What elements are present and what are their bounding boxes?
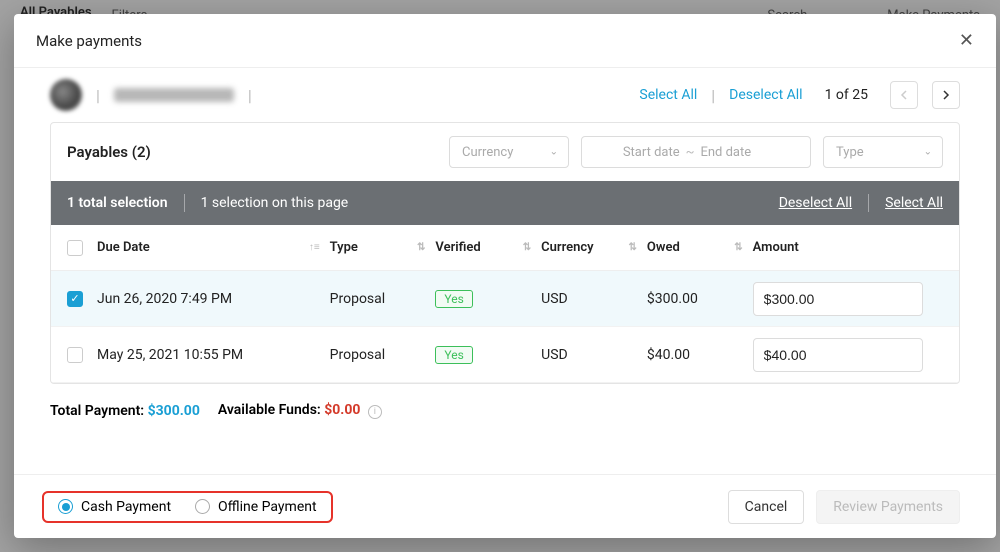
col-due-date[interactable]: Due Date: [97, 240, 150, 255]
modal-subheader: | | Select All | Deselect All 1 of 25: [14, 68, 996, 122]
chevron-right-icon: [942, 90, 950, 100]
amount-input[interactable]: [753, 282, 923, 316]
info-icon[interactable]: i: [368, 405, 382, 419]
col-owed[interactable]: Owed: [647, 240, 680, 255]
total-selection: 1 total selection: [67, 195, 168, 211]
sort-icon: ⇅: [417, 242, 425, 253]
currency: USD: [541, 291, 568, 307]
panel-header: Payables (2) Currency ⌄ Start date ~ End…: [51, 123, 959, 181]
cancel-button[interactable]: Cancel: [728, 490, 805, 524]
row-checkbox[interactable]: [67, 347, 83, 363]
select-all-link[interactable]: Select All: [639, 87, 697, 103]
selection-bar: 1 total selection 1 selection on this pa…: [51, 181, 959, 225]
user-name-blurred: [114, 88, 234, 102]
owed-amount: $300.00: [647, 291, 698, 307]
total-payment-label: Total Payment:: [50, 403, 144, 419]
table-row: ✓ Jun 26, 2020 7:49 PM Proposal Yes USD …: [51, 271, 959, 327]
sort-active-icon: ↑≡: [309, 242, 320, 253]
modal-footer: Cash Payment Offline Payment Cancel Revi…: [14, 474, 996, 538]
payment-method-group: Cash Payment Offline Payment: [42, 491, 333, 523]
pager-info: 1 of 25: [825, 87, 868, 103]
type-filter[interactable]: Type ⌄: [823, 136, 943, 168]
col-type[interactable]: Type: [330, 240, 358, 255]
type-filter-label: Type: [836, 145, 864, 160]
sort-icon: ⇅: [629, 242, 637, 253]
deselect-all-link[interactable]: Deselect All: [729, 87, 802, 103]
link-separator: |: [711, 86, 715, 105]
close-icon[interactable]: ✕: [959, 30, 974, 51]
table-row: May 25, 2021 10:55 PM Proposal Yes USD $…: [51, 327, 959, 383]
table-header: Due Date ↑≡ Type ⇅ Verified ⇅ Currency ⇅…: [51, 225, 959, 271]
sort-icon: ⇅: [734, 242, 742, 253]
pager-prev-button[interactable]: [890, 81, 918, 109]
payable-type: Proposal: [330, 347, 386, 363]
pager-next-button[interactable]: [932, 81, 960, 109]
payable-type: Proposal: [330, 291, 386, 307]
chevron-down-icon: ⌄: [550, 147, 558, 158]
selection-separator: [868, 194, 869, 212]
offline-payment-option[interactable]: Offline Payment: [195, 499, 317, 515]
verified-badge: Yes: [435, 290, 472, 308]
name-separator-left: |: [96, 86, 100, 105]
selection-on-page: 1 selection on this page: [201, 195, 349, 211]
amount-input[interactable]: [753, 338, 923, 372]
review-payments-button[interactable]: Review Payments: [816, 490, 960, 524]
total-payment-value: $300.00: [148, 403, 200, 419]
bar-select-all[interactable]: Select All: [885, 195, 943, 211]
totals-row: Total Payment: $300.00 Available Funds: …: [14, 384, 996, 419]
chevron-left-icon: [900, 90, 908, 100]
modal-header: Make payments ✕: [14, 14, 996, 68]
col-currency[interactable]: Currency: [541, 240, 593, 255]
radio-icon: [195, 499, 210, 514]
chevron-down-icon: ⌄: [924, 147, 932, 158]
col-amount: Amount: [753, 240, 799, 255]
make-payments-modal: Make payments ✕ | | Select All | Deselec…: [14, 14, 996, 538]
owed-amount: $40.00: [647, 347, 690, 363]
date-range-filter[interactable]: Start date ~ End date: [581, 136, 811, 168]
radio-icon: [58, 499, 73, 514]
due-date: May 25, 2021 10:55 PM: [97, 347, 243, 363]
sort-icon: ⇅: [523, 242, 531, 253]
modal-title: Make payments: [36, 32, 142, 50]
end-date-placeholder: End date: [700, 145, 751, 160]
name-separator-right: |: [248, 86, 252, 105]
date-range-tilde: ~: [686, 145, 695, 160]
col-verified[interactable]: Verified: [435, 240, 480, 255]
panel-title: Payables (2): [67, 143, 151, 161]
bar-deselect-all[interactable]: Deselect All: [779, 195, 852, 211]
start-date-placeholder: Start date: [623, 145, 680, 160]
available-funds-value: $0.00: [324, 402, 360, 418]
currency-filter-label: Currency: [462, 145, 513, 160]
cash-payment-option[interactable]: Cash Payment: [58, 499, 171, 515]
payables-panel: Payables (2) Currency ⌄ Start date ~ End…: [50, 122, 960, 384]
available-funds-label: Available Funds:: [218, 402, 321, 418]
currency: USD: [541, 347, 568, 363]
avatar: [50, 79, 82, 111]
row-checkbox[interactable]: ✓: [67, 291, 83, 307]
selection-separator: [184, 194, 185, 212]
offline-payment-label: Offline Payment: [218, 499, 317, 515]
cash-payment-label: Cash Payment: [81, 499, 171, 515]
verified-badge: Yes: [435, 346, 472, 364]
select-all-checkbox[interactable]: [67, 240, 83, 256]
due-date: Jun 26, 2020 7:49 PM: [97, 291, 232, 307]
currency-filter[interactable]: Currency ⌄: [449, 136, 569, 168]
